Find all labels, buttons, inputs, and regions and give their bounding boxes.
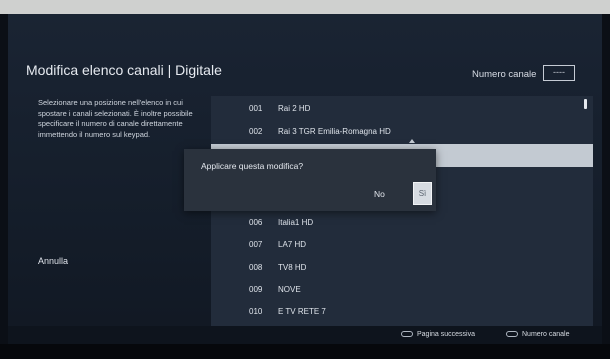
- channel-number: 009: [249, 285, 263, 294]
- channel-number: 010: [249, 307, 263, 316]
- channel-name: Rai 3 TGR Emilia-Romagna HD: [278, 127, 391, 136]
- no-button[interactable]: No: [374, 189, 385, 199]
- channel-row[interactable]: 002 Rai 3 TGR Emilia-Romagna HD: [211, 121, 581, 143]
- tv-bezel-bottom: [0, 344, 610, 359]
- tv-screen: Modifica elenco canali | Digitale Numero…: [8, 14, 602, 344]
- channel-row[interactable]: 009 NOVE: [211, 279, 581, 301]
- channel-row[interactable]: 008 TV8 HD: [211, 257, 581, 279]
- page-title: Modifica elenco canali | Digitale: [26, 62, 222, 78]
- channel-name: LA7 HD: [278, 240, 307, 249]
- confirm-dialog: Applicare questa modifica? No Sì: [184, 149, 436, 211]
- yes-button[interactable]: Sì: [413, 182, 432, 205]
- scrollbar[interactable]: [584, 99, 587, 109]
- channel-number: 007: [249, 240, 263, 249]
- channel-row[interactable]: 007 LA7 HD: [211, 234, 581, 256]
- cancel-button[interactable]: Annulla: [38, 256, 68, 266]
- page-key-icon: [401, 331, 413, 338]
- next-page-label: Pagina successiva: [417, 331, 475, 338]
- tv-bezel-top: [0, 0, 610, 14]
- footer-hints: Pagina successiva Numero canale: [8, 326, 602, 344]
- channel-row[interactable]: 010 E TV RETE 7: [211, 301, 581, 323]
- channel-name: Rai 2 HD: [278, 104, 311, 113]
- channel-number: 006: [249, 218, 263, 227]
- channel-row[interactable]: 001 Rai 2 HD: [211, 98, 581, 120]
- dialog-question: Applicare questa modifica?: [201, 161, 304, 171]
- insert-caret-icon: [409, 139, 415, 143]
- instructions-text: Selezionare una posizione nell'elenco in…: [38, 98, 193, 139]
- channel-name: NOVE: [278, 285, 301, 294]
- number-key-icon: [506, 331, 518, 338]
- channel-number-label: Numero canale: [472, 69, 537, 80]
- channel-name: Italia1 HD: [278, 218, 314, 227]
- channel-number: 002: [249, 127, 263, 136]
- channel-name: TV8 HD: [278, 263, 307, 272]
- channel-number-hint: Numero canale: [506, 330, 569, 340]
- next-page-hint: Pagina successiva: [401, 330, 475, 340]
- channel-row[interactable]: 006 Italia1 HD: [211, 212, 581, 234]
- channel-number-input[interactable]: ----: [543, 65, 575, 81]
- channel-name: E TV RETE 7: [278, 307, 326, 316]
- channel-number: 001: [249, 104, 263, 113]
- channel-number-hint-label: Numero canale: [522, 331, 570, 338]
- channel-list: 001 Rai 2 HD 002 Rai 3 TGR Emilia-Romagn…: [211, 96, 593, 326]
- channel-number: 008: [249, 263, 263, 272]
